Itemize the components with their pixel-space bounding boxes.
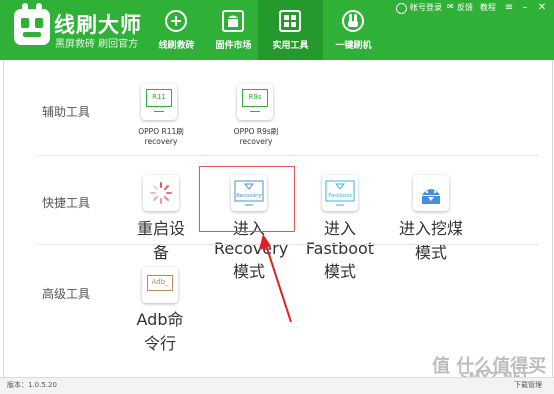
app-subtitle: 黑屏救砖 刷回官方 [55,39,139,50]
feedback-icon: ✉ [447,2,454,11]
minimize-icon[interactable]: – [518,1,532,15]
tab-label: 实用工具 [272,41,309,51]
download-manager-button[interactable]: 下载管理 [514,380,542,390]
section-label-advanced-tools: 高级工具 [42,287,91,301]
tab-label: 一键刷机 [335,41,372,51]
tool-label: Adb命令行 [136,310,184,353]
tutorial-link[interactable]: 教程 [480,2,496,16]
monitor-icon: R11 [141,84,177,120]
app-logo-icon [14,3,50,45]
grid-icon [279,10,301,32]
tool-label: OPPO R11刷recovery [138,127,184,146]
red-arrow-annotation [259,234,292,323]
user-icon [396,3,407,14]
section-divider [37,155,538,156]
fastboot-monitor-icon: Fastboot [322,175,358,211]
section-label-aux-tools: 辅助工具 [42,105,91,119]
tab-label: 固件市场 [215,41,252,51]
rabbit-icon [342,10,364,32]
tab-label: 线刷救砖 [158,41,195,51]
android-download-icon [413,175,449,211]
version-label: 版本：1.0.5.20 [7,381,57,389]
monitor-icon: R9s [237,84,273,120]
feedback-link[interactable]: 反馈 [457,2,473,16]
tool-label: 重启设备 [136,219,185,262]
tool-label: OPPO R9s刷recovery [233,127,279,146]
close-icon[interactable]: ✕ [535,1,549,15]
tool-label: 进入Fastboot模式 [305,219,375,281]
plus-circle-icon [165,10,187,32]
selection-highlight [199,166,295,232]
menu-icon[interactable]: ≡ [502,1,516,15]
android-icon [222,10,244,32]
section-label-quick-tools: 快捷工具 [42,196,91,210]
tool-label: 进入挖煤模式 [398,219,463,262]
status-bar: 版本：1.0.5.20 下载管理 [0,377,554,394]
tab-utility-tools[interactable]: 实用工具 [258,0,323,60]
tab-flash-rescue[interactable]: 线刷救砖 [144,0,209,60]
tab-firmware-market[interactable]: 固件市场 [201,0,266,60]
app-header: 线刷大师 黑屏救砖 刷回官方 线刷救砖 固件市场 实用工具 一键刷机 帐号登录 … [0,0,554,60]
tab-one-click-flash[interactable]: 一键刷机 [321,0,386,60]
adb-terminal-icon: Adb_ [142,267,178,303]
login-link[interactable]: 帐号登录 [410,2,442,16]
restart-spinner-icon [143,175,179,211]
